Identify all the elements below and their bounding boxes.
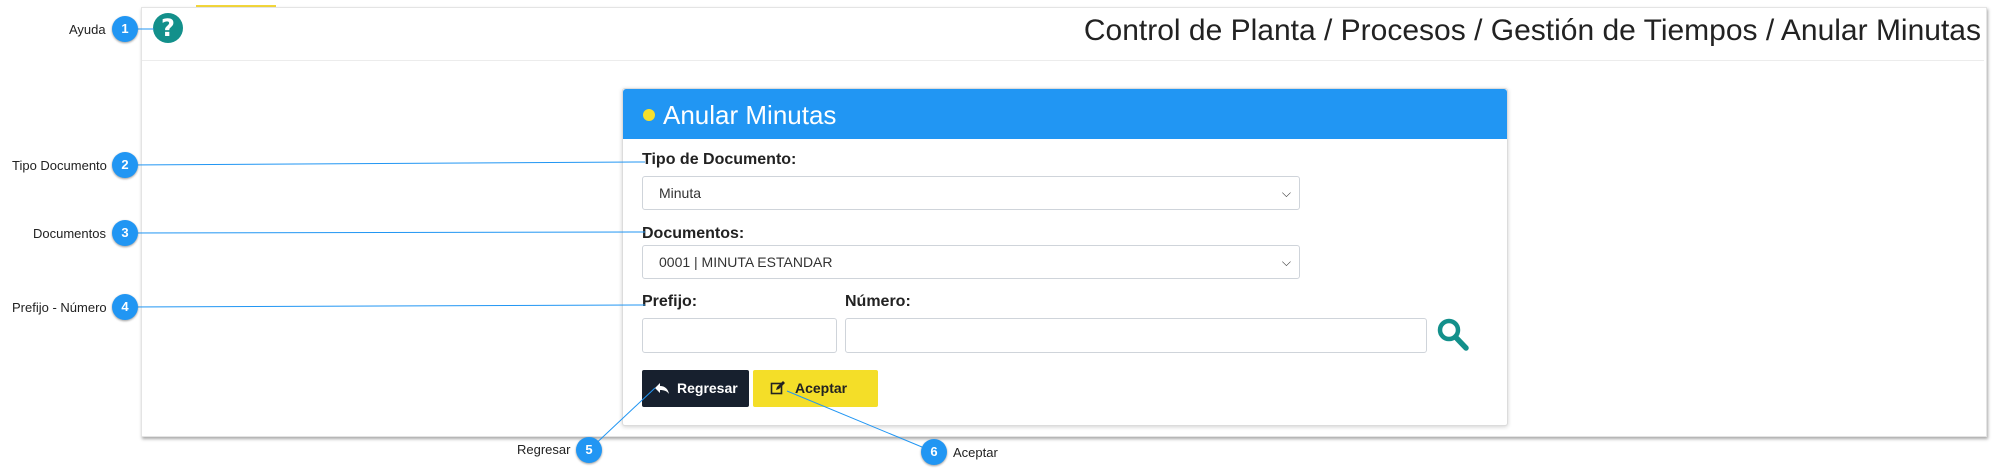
callout-label-documentos: Documentos [33,226,106,241]
callout-badge-4: 4 [112,294,138,320]
callout-badge-2: 2 [112,152,138,178]
callout-label-ayuda: Ayuda [69,22,106,37]
callout-badge-5: 5 [576,437,602,463]
callout-label-regresar: Regresar [517,442,571,457]
callout-connector-lines [124,28,935,453]
callout-badge-6: 6 [921,439,947,465]
callout-label-prefijo-numero: Prefijo - Número [12,300,107,315]
callout-label-aceptar: Aceptar [953,445,998,460]
callout-label-tipo-documento: Tipo Documento [12,158,107,173]
callout-badge-1: 1 [112,16,138,42]
callout-badge-3: 3 [112,220,138,246]
